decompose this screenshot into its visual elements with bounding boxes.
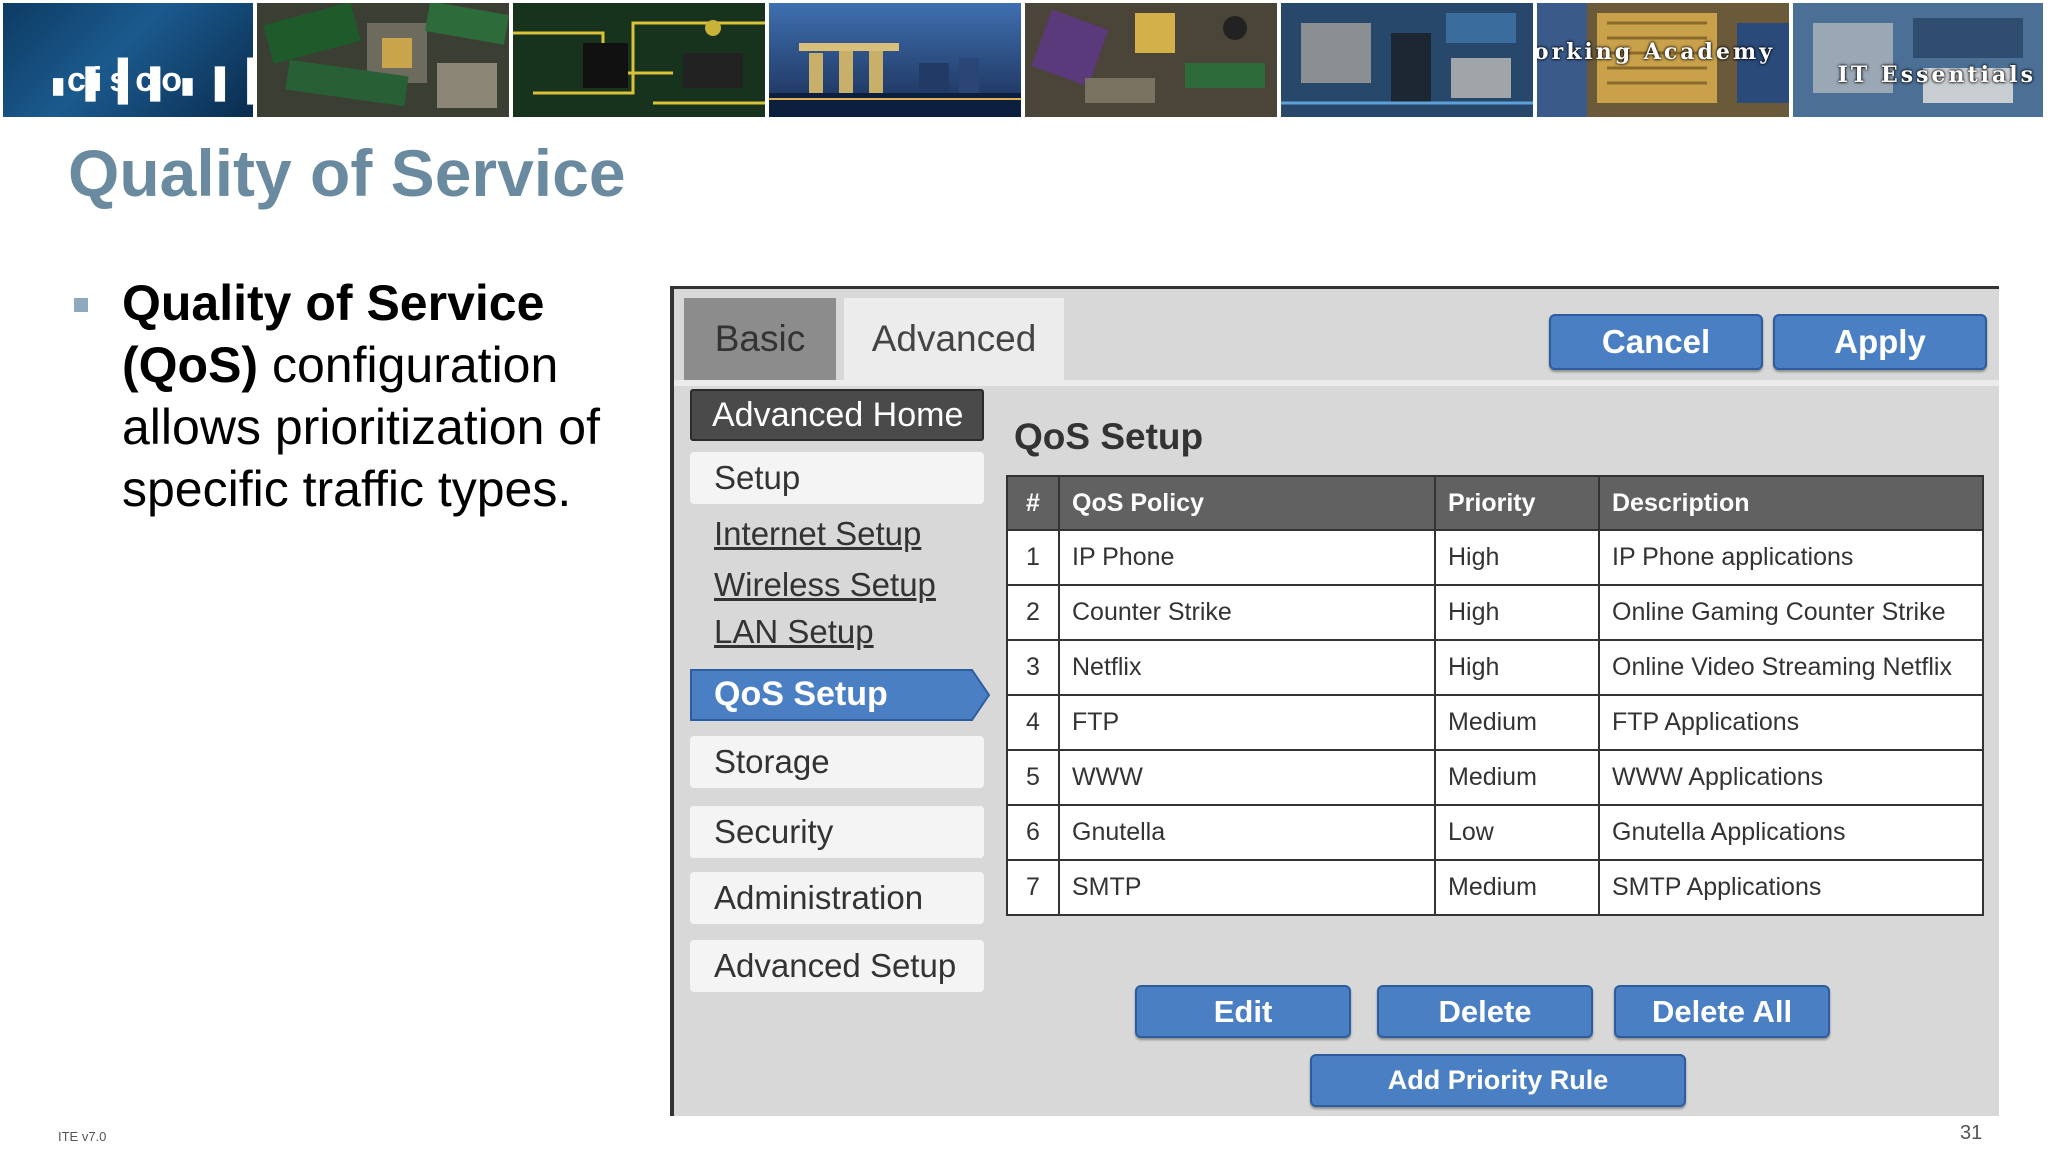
cisco-wordmark: cisco bbox=[67, 61, 189, 99]
table-row[interactable]: 5 WWW Medium WWW Applications bbox=[1006, 749, 1984, 806]
nav-advanced-setup[interactable]: Advanced Setup bbox=[690, 940, 984, 992]
row-priority: High bbox=[1434, 529, 1600, 586]
row-policy: SMTP bbox=[1058, 859, 1436, 916]
column-header-number: # bbox=[1006, 475, 1060, 531]
row-number: 4 bbox=[1006, 694, 1060, 751]
tab-basic[interactable]: Basic bbox=[684, 298, 836, 380]
nav-advanced-home[interactable]: Advanced Home bbox=[690, 389, 984, 441]
row-number: 3 bbox=[1006, 639, 1060, 696]
banner-photo-chip: Cisco Networking Academy bbox=[1537, 3, 1789, 117]
table-row[interactable]: 3 Netflix High Online Video Streaming Ne… bbox=[1006, 639, 1984, 696]
row-description: WWW Applications bbox=[1598, 749, 1984, 806]
row-number: 1 bbox=[1006, 529, 1060, 586]
column-header-priority: Priority bbox=[1434, 475, 1600, 531]
academy-title-line2: IT Essentials bbox=[1837, 62, 2036, 88]
row-description: SMTP Applications bbox=[1598, 859, 1984, 916]
nav-qos-setup[interactable]: QoS Setup bbox=[690, 669, 990, 721]
qos-setup-heading: QoS Setup bbox=[1014, 416, 1204, 457]
column-header-description: Description bbox=[1598, 475, 1984, 531]
slide-title: Quality of Service bbox=[68, 136, 626, 210]
delete-all-button[interactable]: Delete All bbox=[1614, 985, 1830, 1038]
router-config-panel: Basic Advanced Cancel Apply Advanced Hom… bbox=[670, 286, 1999, 1116]
row-policy: Gnutella bbox=[1058, 804, 1436, 861]
nav-setup[interactable]: Setup bbox=[690, 452, 984, 504]
add-priority-rule-button[interactable]: Add Priority Rule bbox=[1310, 1054, 1686, 1107]
row-priority: Medium bbox=[1434, 859, 1600, 916]
table-row[interactable]: 7 SMTP Medium SMTP Applications bbox=[1006, 859, 1984, 916]
banner-photo-memory bbox=[257, 3, 509, 117]
nav-storage[interactable]: Storage bbox=[690, 736, 984, 788]
row-description: FTP Applications bbox=[1598, 694, 1984, 751]
row-number: 5 bbox=[1006, 749, 1060, 806]
footer-course-label: ITE v7.0 bbox=[58, 1129, 107, 1144]
row-number: 6 bbox=[1006, 804, 1060, 861]
table-row[interactable]: 6 Gnutella Low Gnutella Applications bbox=[1006, 804, 1984, 861]
academy-title-line1: Cisco Networking Academy bbox=[1537, 39, 1775, 65]
row-policy: Counter Strike bbox=[1058, 584, 1436, 641]
table-row[interactable]: 1 IP Phone High IP Phone applications bbox=[1006, 529, 1984, 586]
cancel-button[interactable]: Cancel bbox=[1549, 314, 1763, 370]
row-policy: Netflix bbox=[1058, 639, 1436, 696]
row-policy: WWW bbox=[1058, 749, 1436, 806]
table-row[interactable]: 2 Counter Strike High Online Gaming Coun… bbox=[1006, 584, 1984, 641]
nav-administration[interactable]: Administration bbox=[690, 872, 984, 924]
tab-advanced[interactable]: Advanced bbox=[844, 298, 1064, 380]
nav-internet-setup[interactable]: Internet Setup bbox=[714, 515, 921, 553]
banner-photo-circuit bbox=[513, 3, 765, 117]
row-number: 7 bbox=[1006, 859, 1060, 916]
row-description: Online Video Streaming Netflix bbox=[1598, 639, 1984, 696]
bullet-bold-term: Quality of Service bbox=[122, 275, 545, 331]
cisco-logo: cisco bbox=[3, 3, 253, 117]
row-priority: Medium bbox=[1434, 749, 1600, 806]
row-policy: FTP bbox=[1058, 694, 1436, 751]
row-priority: Medium bbox=[1434, 694, 1600, 751]
nav-lan-setup[interactable]: LAN Setup bbox=[714, 613, 874, 651]
bullet-bold-abbrev: (QoS) bbox=[122, 337, 259, 393]
bullet-text: Quality of Service (QoS) configuration al… bbox=[122, 272, 662, 520]
row-priority: High bbox=[1434, 584, 1600, 641]
page-number: 31 bbox=[1960, 1122, 1983, 1144]
delete-button[interactable]: Delete bbox=[1377, 985, 1593, 1038]
nav-security[interactable]: Security bbox=[690, 806, 984, 858]
row-policy: IP Phone bbox=[1058, 529, 1436, 586]
table-header-row: # QoS Policy Priority Description bbox=[1006, 475, 1984, 531]
table-row[interactable]: 4 FTP Medium FTP Applications bbox=[1006, 694, 1984, 751]
column-header-policy: QoS Policy bbox=[1058, 475, 1436, 531]
header-banner: cisco orking Academy IT Essentials bbox=[0, 0, 2048, 117]
banner-photo-motherboard bbox=[1281, 3, 1533, 117]
row-number: 2 bbox=[1006, 584, 1060, 641]
banner-photo-components bbox=[1025, 3, 1277, 117]
row-description: IP Phone applications bbox=[1598, 529, 1984, 586]
row-priority: Low bbox=[1434, 804, 1600, 861]
apply-button[interactable]: Apply bbox=[1773, 314, 1987, 370]
qos-policy-table: # QoS Policy Priority Description 1 IP P… bbox=[1006, 475, 1984, 916]
edit-button[interactable]: Edit bbox=[1135, 985, 1351, 1038]
row-description: Online Gaming Counter Strike bbox=[1598, 584, 1984, 641]
banner-photo-board bbox=[1793, 3, 2043, 117]
nav-wireless-setup[interactable]: Wireless Setup bbox=[714, 566, 936, 604]
row-description: Gnutella Applications bbox=[1598, 804, 1984, 861]
bullet-marker bbox=[74, 298, 88, 312]
nav-qos-label: QoS Setup bbox=[714, 675, 888, 713]
row-priority: High bbox=[1434, 639, 1600, 696]
tab-strip bbox=[674, 380, 1999, 386]
banner-photo-skyline bbox=[769, 3, 1021, 117]
